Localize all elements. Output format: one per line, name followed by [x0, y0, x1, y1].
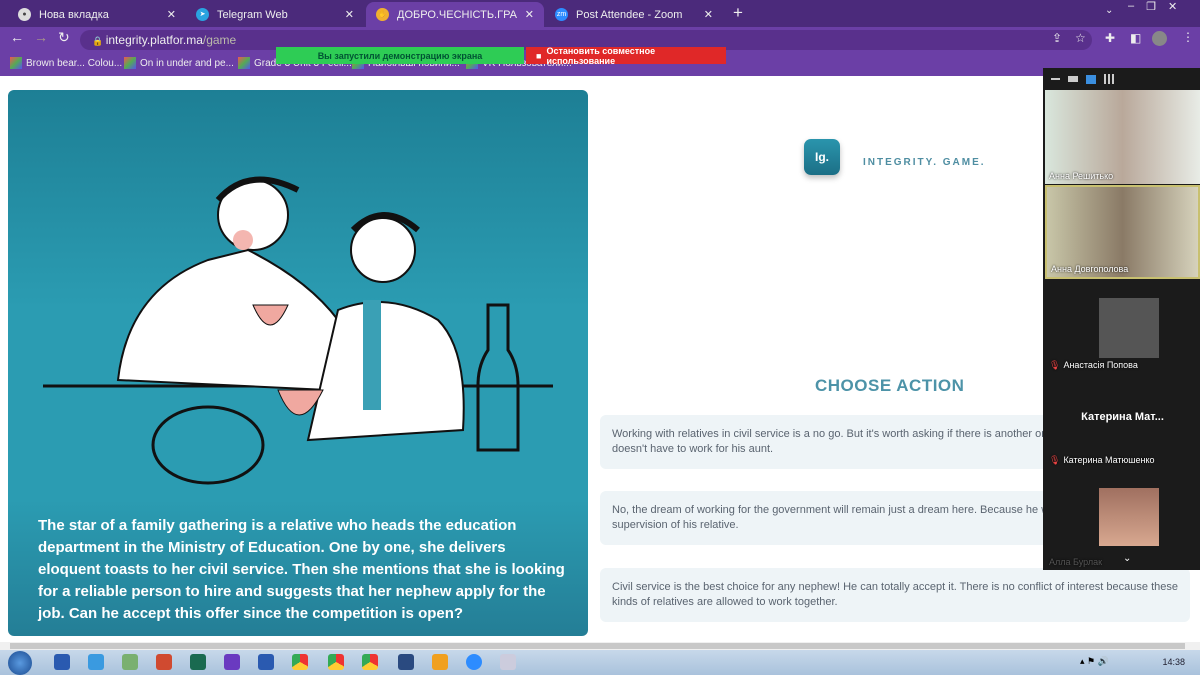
taskbar: ▴ ⚑ 🔊 14:38	[0, 650, 1200, 675]
close-icon[interactable]: ✕	[167, 8, 176, 21]
tab-label: Нова вкладка	[39, 8, 109, 21]
participant-tile[interactable]: Анна Довгополова	[1045, 185, 1200, 279]
bookmark-label: Brown bear... Colou...	[26, 57, 123, 69]
participant-big-name: Катерина Мат...	[1081, 411, 1164, 423]
speaker-view-icon[interactable]	[1086, 74, 1096, 84]
zoom-toolbar	[1043, 68, 1200, 90]
tab-telegram[interactable]: ➤ Telegram Web ✕	[186, 2, 364, 27]
mic-muted-icon: 🎙	[1049, 455, 1061, 465]
taskbar-app-icon[interactable]	[54, 654, 70, 670]
participant-photo	[1099, 298, 1159, 358]
bookmark[interactable]: On in under and pe...	[124, 57, 234, 69]
media-icon[interactable]	[224, 654, 240, 670]
close-icon[interactable]: ✕	[525, 8, 534, 21]
ie-icon[interactable]	[88, 654, 104, 670]
chevron-down-icon[interactable]: ⌄	[1123, 553, 1131, 564]
restore-button[interactable]: ❐	[1146, 0, 1156, 13]
url-host: integrity.platfor.ma	[105, 33, 203, 47]
start-button[interactable]	[8, 651, 32, 675]
back-button[interactable]: ←	[10, 29, 24, 45]
mic-muted-icon: 🎙	[1049, 360, 1061, 370]
story-card: The star of a family gathering is a rela…	[8, 90, 588, 636]
url-path: /game	[202, 33, 237, 47]
participant-tile[interactable]: 🎙 Анастасія Попова	[1045, 280, 1200, 374]
tab-search-button[interactable]: ⌄	[1105, 5, 1113, 16]
tab-label: Post Attendee - Zoom	[576, 8, 683, 21]
tab-label: ДОБРО.ЧЕСНІСТЬ.ГРА	[397, 8, 518, 21]
bookmark-label: On in under and pe...	[140, 57, 234, 69]
option-text: Civil service is the best choice for any…	[612, 581, 1178, 608]
bookmark[interactable]: Brown bear... Colou...	[10, 57, 122, 69]
forward-button[interactable]: →	[34, 29, 48, 45]
participant-photo	[1099, 488, 1159, 546]
clock[interactable]: 14:38	[1162, 657, 1185, 667]
tab-game[interactable]: ✋ ДОБРО.ЧЕСНІСТЬ.ГРА ✕	[366, 2, 544, 27]
chrome-icon: ●	[18, 8, 31, 21]
stop-share-button[interactable]: ■ Остановить совместное использование	[526, 45, 726, 66]
scrollbar-thumb[interactable]	[10, 643, 1185, 649]
game-logo[interactable]: Ig.	[804, 139, 840, 175]
powerpoint-icon[interactable]	[156, 654, 172, 670]
brand-name: INTEGRITY. GAME.	[863, 157, 986, 168]
menu-icon[interactable]: ⋮	[1182, 30, 1194, 44]
dinner-illustration	[43, 176, 553, 485]
window-controls: – ❐ ✕	[1128, 0, 1177, 13]
close-icon[interactable]: ✕	[345, 8, 354, 21]
chrome-icon[interactable]	[292, 654, 308, 670]
tab-bar: ● Нова вкладка ✕ ➤ Telegram Web ✕ ✋ ДОБРО.ЧЕС…	[0, 0, 1200, 27]
share-icon[interactable]: ⇪	[1052, 31, 1062, 45]
tab-zoom[interactable]: zm Post Attendee - Zoom ✕	[545, 2, 723, 27]
bookmark-icon	[238, 57, 250, 69]
lock-icon: 🔒	[92, 36, 106, 46]
participant-tile[interactable]: Анна Решитько	[1045, 90, 1200, 184]
minimize-button[interactable]: –	[1128, 0, 1134, 13]
zoom-icon[interactable]	[466, 654, 482, 670]
minimize-icon[interactable]	[1051, 78, 1060, 80]
participant-tile[interactable]: Алла Бурлак ⌄	[1045, 470, 1200, 570]
explorer-icon[interactable]	[122, 654, 138, 670]
player-icon[interactable]	[432, 654, 448, 670]
zoom-icon: zm	[555, 8, 568, 21]
star-icon[interactable]: ☆	[1075, 31, 1086, 45]
participant-name: Катерина Матюшенко	[1063, 455, 1155, 465]
action-option-3[interactable]: Civil service is the best choice for any…	[600, 568, 1190, 622]
word-icon[interactable]	[258, 654, 274, 670]
story-text: The star of a family gathering is a rela…	[38, 517, 565, 622]
hand-icon: ✋	[376, 8, 389, 21]
thumbnail-view-icon[interactable]	[1068, 76, 1078, 82]
share-banner-text: Вы запустили демонстрацию экрана	[317, 50, 483, 61]
chrome-icon[interactable]	[362, 654, 378, 670]
choose-action-heading: CHOOSE ACTION	[815, 376, 965, 395]
stop-share-label: Остановить совместное использование	[546, 45, 656, 66]
participant-name: Анна Довгополова	[1051, 264, 1129, 274]
participant-name: Анна Решитько	[1049, 171, 1114, 181]
participant-name: Алла Бурлак	[1049, 557, 1103, 567]
tray-icons[interactable]: ▴ ⚑ 🔊	[1080, 656, 1109, 667]
taskbar-app-icon[interactable]	[500, 654, 516, 670]
bookmark-icon	[10, 57, 22, 69]
horizontal-scrollbar[interactable]	[0, 642, 1200, 650]
bookmark-icon	[124, 57, 136, 69]
extensions-icon[interactable]: ✚	[1105, 31, 1115, 45]
gallery-view-icon[interactable]	[1104, 74, 1114, 84]
close-icon[interactable]: ✕	[704, 8, 713, 21]
reload-button[interactable]: ↻	[58, 29, 70, 46]
chrome-icon[interactable]	[328, 654, 344, 670]
tab-label: Telegram Web	[217, 8, 288, 21]
participant-tile[interactable]: Катерина Мат... 🎙 Катерина Матюшенко	[1045, 375, 1200, 469]
close-window-button[interactable]: ✕	[1168, 0, 1177, 13]
tab-new-tab[interactable]: ● Нова вкладка ✕	[8, 2, 186, 27]
taskbar-app-icon[interactable]	[398, 654, 414, 670]
taskbar-app-icon[interactable]	[190, 654, 206, 670]
new-tab-button[interactable]: +	[733, 3, 743, 23]
avatar[interactable]	[1152, 31, 1167, 46]
telegram-icon: ➤	[196, 8, 209, 21]
screen-share-banner: Вы запустили демонстрацию экрана	[276, 47, 524, 64]
sidepanel-icon[interactable]: ◧	[1130, 31, 1141, 45]
participant-name: Анастасія Попова	[1063, 360, 1138, 370]
zoom-video-panel: Анна Решитько Анна Довгополова 🎙 Анастасі…	[1043, 68, 1200, 570]
